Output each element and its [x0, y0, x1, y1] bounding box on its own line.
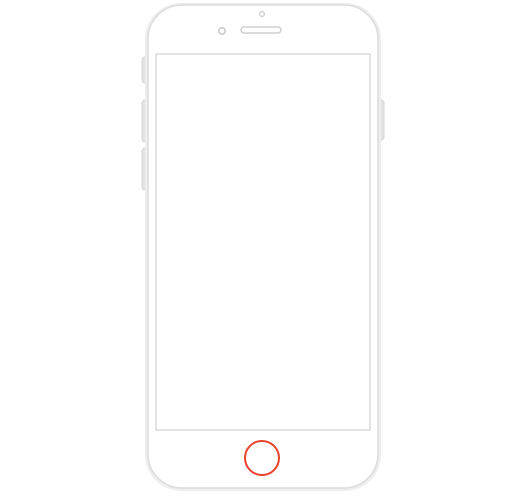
front-camera-icon: [218, 27, 226, 35]
screen[interactable]: [155, 53, 371, 431]
earpiece-speaker: [240, 26, 282, 34]
sensor-dot-icon: [259, 11, 266, 18]
phone-mockup: [141, 3, 385, 491]
device-stage: [0, 0, 526, 497]
home-button[interactable]: [244, 440, 280, 476]
